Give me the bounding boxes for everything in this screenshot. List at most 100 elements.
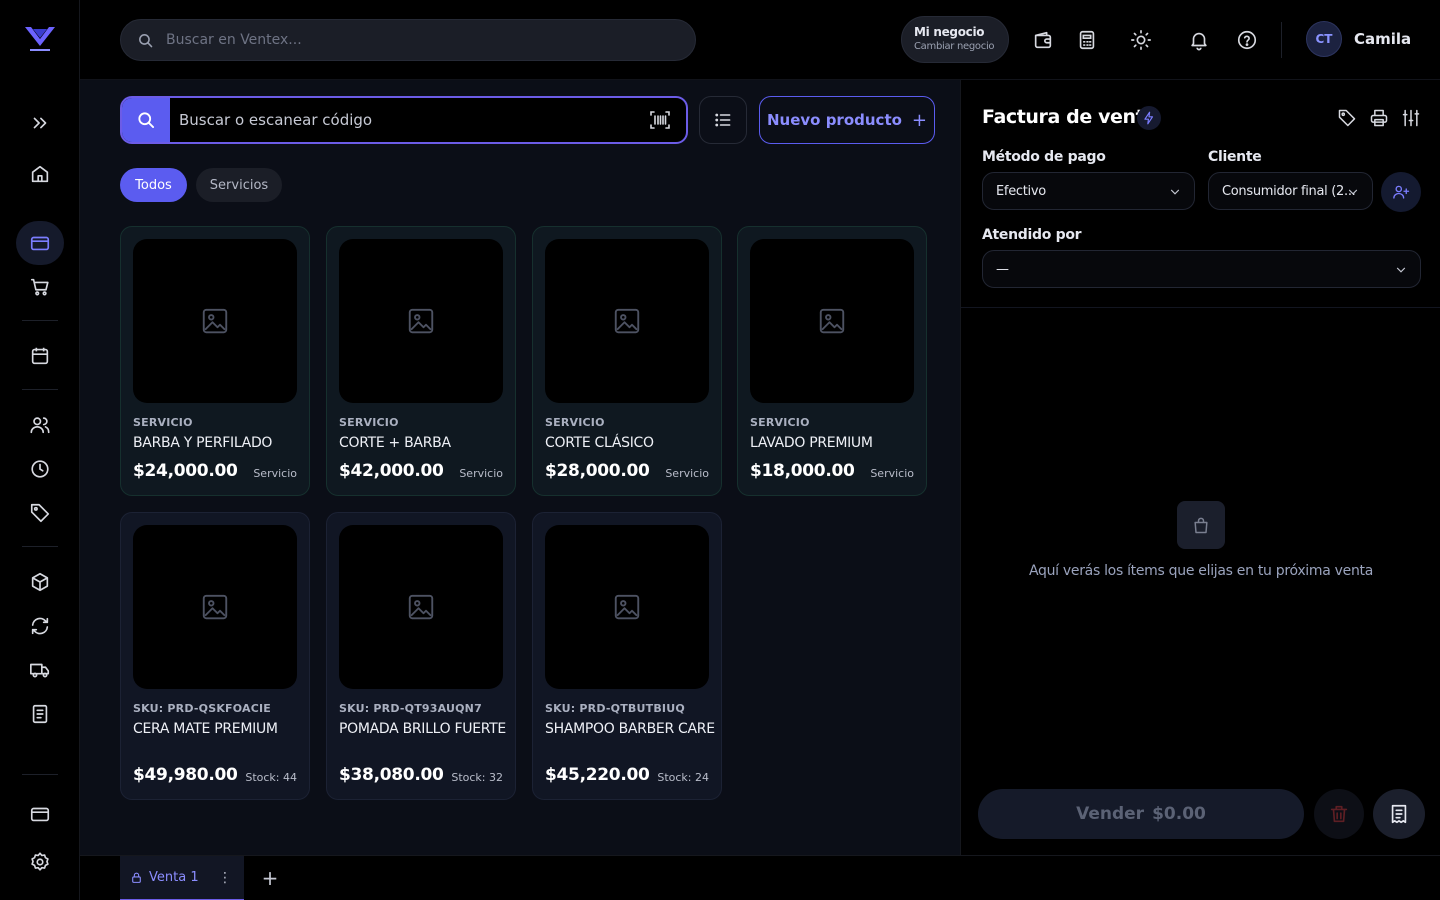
settings-icon[interactable] — [16, 840, 64, 884]
product-card[interactable]: SERVICIO CORTE + BARBA $42,000.00 Servic… — [326, 226, 516, 496]
product-name: BARBA Y PERFILADO — [133, 435, 273, 451]
list-icon — [715, 113, 731, 127]
sale-tab[interactable]: Venta 1 ⋮ — [120, 856, 244, 900]
barcode-scan-icon[interactable] — [648, 108, 672, 132]
cart-icon[interactable] — [16, 265, 64, 309]
topbar-divider — [1281, 22, 1282, 58]
discount-tag-icon[interactable] — [1335, 106, 1359, 130]
plus-icon: + — [911, 109, 928, 131]
home-icon[interactable] — [16, 152, 64, 196]
product-stock: Stock: 24 — [657, 771, 709, 784]
new-product-button[interactable]: Nuevo producto + — [759, 96, 935, 144]
image-icon — [614, 308, 640, 334]
payment-method-label: Método de pago — [982, 149, 1106, 165]
product-name: SHAMPOO BARBER CARE — [545, 721, 715, 737]
product-card[interactable]: SKU: PRD-QT93AUQN7 POMADA BRILLO FUERTE … — [326, 512, 516, 800]
product-sku: SKU: PRD-QSKFOACIE — [133, 702, 272, 715]
receipt-button[interactable] — [1373, 789, 1425, 839]
sell-button[interactable]: Vender $0.00 — [978, 789, 1304, 839]
client-value: Consumidor final (2... — [1222, 183, 1356, 199]
card-icon[interactable] — [16, 221, 64, 265]
product-sku: SKU: PRD-QTBUTBIUQ — [545, 702, 685, 715]
product-price: $38,080.00 — [339, 765, 444, 785]
refresh-icon[interactable] — [16, 604, 64, 648]
product-name: CORTE CLÁSICO — [545, 435, 654, 451]
user-name[interactable]: Camila — [1354, 30, 1411, 48]
product-tag: Servicio — [870, 467, 914, 480]
avatar[interactable]: CT — [1306, 21, 1342, 57]
product-price: $42,000.00 — [339, 461, 444, 481]
truck-icon[interactable] — [16, 648, 64, 692]
product-image-placeholder — [545, 525, 709, 689]
wallet-icon[interactable] — [1029, 26, 1057, 54]
attended-by-value: — — [996, 261, 1009, 277]
global-search[interactable] — [120, 19, 696, 61]
image-icon — [408, 594, 434, 620]
attended-by-label: Atendido por — [982, 227, 1082, 243]
user-plus-icon — [1393, 185, 1410, 199]
clear-sale-button[interactable] — [1314, 789, 1364, 839]
sell-total: $0.00 — [1152, 804, 1206, 824]
product-image-placeholder — [750, 239, 914, 403]
app: Mi negocio Cambiar negocio CT Camila — [0, 0, 1440, 900]
product-image-placeholder — [133, 525, 297, 689]
product-search-input[interactable] — [170, 111, 648, 129]
product-card[interactable]: SERVICIO CORTE CLÁSICO $28,000.00 Servic… — [532, 226, 722, 496]
product-price: $28,000.00 — [545, 461, 650, 481]
product-tag: Servicio — [459, 467, 503, 480]
trash-icon — [1330, 805, 1348, 823]
topbar: Mi negocio Cambiar negocio CT Camila — [80, 0, 1440, 80]
product-name: CERA MATE PREMIUM — [133, 721, 278, 737]
image-icon — [202, 308, 228, 334]
chevron-down-icon — [1348, 189, 1358, 195]
tab-menu-icon[interactable]: ⋮ — [218, 870, 232, 886]
product-price: $49,980.00 — [133, 765, 238, 785]
tag-icon[interactable] — [16, 491, 64, 535]
attended-by-select[interactable]: — — [982, 250, 1421, 288]
bolt-icon[interactable] — [1137, 106, 1161, 130]
product-search-button[interactable] — [122, 98, 170, 142]
expand-sidebar-icon[interactable] — [16, 101, 64, 145]
pos-main: Nuevo producto + Todos Servicios SERVICI… — [80, 80, 960, 855]
add-client-button[interactable] — [1381, 172, 1421, 212]
users-icon[interactable] — [16, 403, 64, 447]
product-card[interactable]: SKU: PRD-QSKFOACIE CERA MATE PREMIUM $49… — [120, 512, 310, 800]
business-switcher[interactable]: Mi negocio Cambiar negocio — [901, 16, 1009, 63]
billing-icon[interactable] — [16, 792, 64, 836]
sliders-icon[interactable] — [1399, 106, 1423, 130]
list-view-button[interactable] — [699, 96, 747, 144]
client-label: Cliente — [1208, 149, 1262, 165]
clock-icon[interactable] — [16, 447, 64, 491]
document-icon[interactable] — [16, 692, 64, 736]
invoice-divider — [961, 307, 1440, 308]
global-search-input[interactable] — [166, 32, 646, 48]
ventex-logo[interactable] — [22, 24, 58, 54]
empty-cart-message: Aquí verás los ítems que elijas en tu pr… — [1028, 563, 1373, 579]
calendar-icon[interactable] — [16, 334, 64, 378]
help-icon[interactable] — [1233, 26, 1261, 54]
filter-todos[interactable]: Todos — [120, 168, 187, 202]
product-image-placeholder — [133, 239, 297, 403]
product-price: $45,220.00 — [545, 765, 650, 785]
product-card[interactable]: SKU: PRD-QTBUTBIUQ SHAMPOO BARBER CARE $… — [532, 512, 722, 800]
calculator-icon[interactable] — [1073, 26, 1101, 54]
product-search[interactable] — [120, 96, 688, 144]
product-tag: Servicio — [665, 467, 709, 480]
product-name: LAVADO PREMIUM — [750, 435, 873, 451]
sales-tabbar: Venta 1 ⋮ + — [80, 855, 1440, 900]
product-card[interactable]: SERVICIO LAVADO PREMIUM $18,000.00 Servi… — [737, 226, 927, 496]
add-sale-tab-button[interactable]: + — [258, 866, 282, 890]
box-icon[interactable] — [16, 560, 64, 604]
product-kind: SERVICIO — [339, 416, 399, 429]
image-icon — [408, 308, 434, 334]
product-image-placeholder — [545, 239, 709, 403]
printer-icon[interactable] — [1367, 106, 1391, 130]
filter-servicios[interactable]: Servicios — [196, 168, 282, 202]
product-card[interactable]: SERVICIO BARBA Y PERFILADO $24,000.00 Se… — [120, 226, 310, 496]
product-kind: SERVICIO — [545, 416, 605, 429]
payment-method-select[interactable]: Efectivo — [982, 172, 1195, 210]
product-price: $18,000.00 — [750, 461, 855, 481]
client-select[interactable]: Consumidor final (2... — [1208, 172, 1373, 210]
bell-icon[interactable] — [1185, 26, 1213, 54]
sun-icon[interactable] — [1127, 26, 1155, 54]
